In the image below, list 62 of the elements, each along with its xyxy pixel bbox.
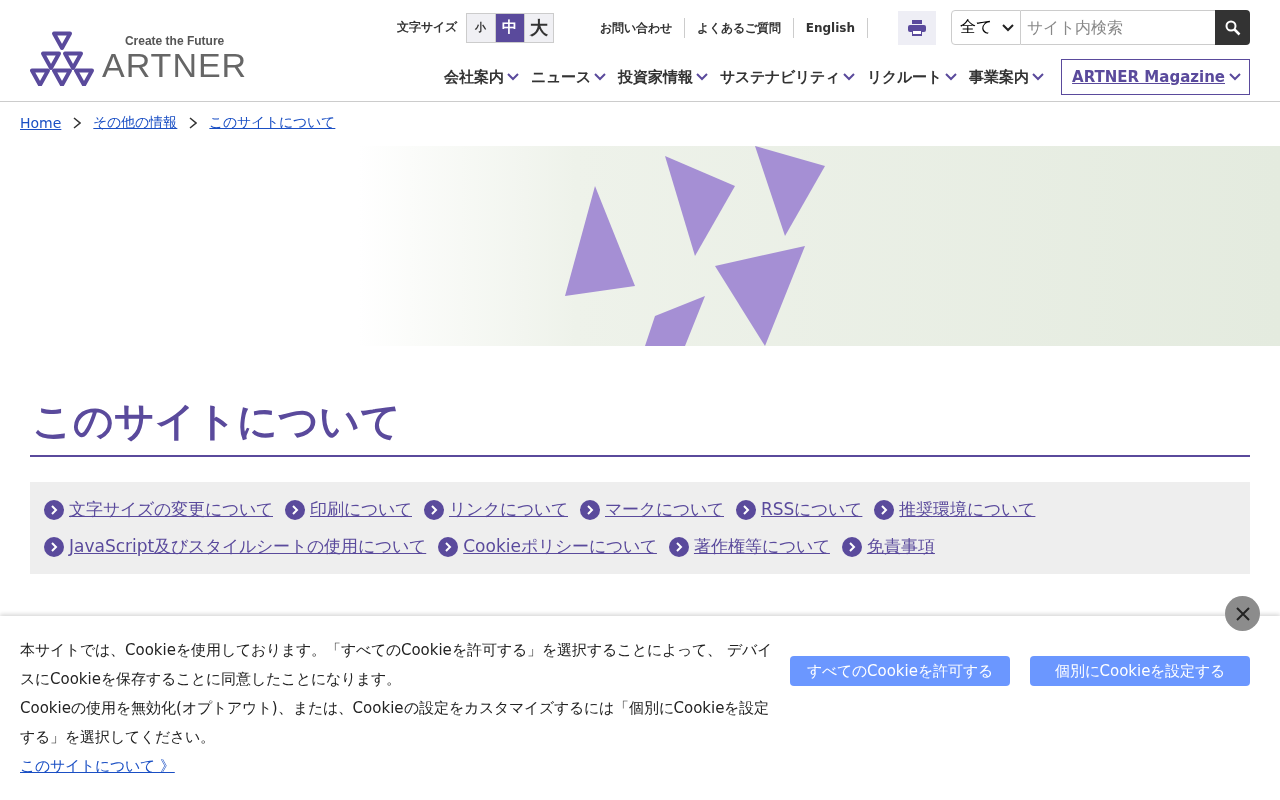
cookie-notice-text: 本サイトでは、Cookieを使用しております。「すべてのCookieを許可する」を選択することによって、 デバイスにCookieを保存することに同意したことになります。 [20, 640, 773, 690]
chevron-right-icon [73, 117, 82, 129]
chevron-circle-icon [668, 536, 689, 557]
anchor-link[interactable]: マークについて [580, 498, 724, 521]
search-icon [1224, 19, 1241, 36]
logo-wordmark: ARTNER [102, 48, 248, 82]
font-size-button[interactable]: 中 [494, 12, 525, 43]
chevron-circle-icon [580, 499, 600, 520]
nav-item[interactable]: 会社案内 [439, 67, 525, 87]
logo-icon [30, 30, 94, 86]
close-button[interactable] [1225, 596, 1260, 631]
anchor-link[interactable]: JavaScript及びスタイルシートの使用について [44, 535, 427, 558]
chevron-circle-icon [44, 536, 64, 557]
cookie-notice-text: Cookieの使用を無効化(オプトアウト)、または、Cookieの設定をカスタマイズするには「個別にCookieを設定する」を選択してください。 [20, 698, 771, 748]
logo-tagline: Create the Future [124, 34, 225, 48]
chevron-circle-icon [438, 536, 459, 557]
print-button[interactable] [898, 10, 936, 45]
page-title: このサイトについて [30, 386, 1250, 457]
magazine-link[interactable]: ARTNER Magazine [1061, 59, 1250, 95]
breadcrumb-link[interactable]: このサイトについて [209, 114, 336, 132]
anchor-link[interactable]: Cookieポリシーについて [438, 535, 657, 558]
chevron-down-icon [1002, 23, 1014, 32]
chevron-down-icon [696, 73, 709, 81]
chevron-down-icon [594, 73, 607, 81]
chevron-circle-icon [841, 536, 862, 557]
anchor-link[interactable]: 著作権等について [668, 535, 830, 558]
utility-link[interactable]: お問い合わせ [587, 17, 685, 38]
chevron-down-icon [1032, 73, 1045, 81]
utility-link[interactable]: English [793, 17, 868, 38]
nav-item[interactable]: ニュース [526, 67, 612, 87]
search-field[interactable]: サイト内検索 [1021, 10, 1215, 45]
chevron-circle-icon [874, 499, 895, 520]
anchor-link[interactable]: 免責事項 [841, 535, 935, 558]
chevron-circle-icon [736, 499, 756, 520]
anchor-link[interactable]: 文字サイズの変更について [44, 498, 273, 521]
close-icon [1235, 606, 1250, 621]
anchor-link[interactable]: 印刷について [285, 498, 412, 521]
search-button[interactable] [1215, 10, 1250, 45]
chevron-circle-icon [424, 499, 444, 520]
nav-item[interactable]: 事業案内 [964, 67, 1050, 87]
font-size-button[interactable]: 大 [523, 12, 554, 43]
nav-item[interactable]: サステナビリティ [715, 67, 861, 87]
anchor-link[interactable]: RSSについて [736, 498, 863, 521]
breadcrumb-link[interactable]: その他の情報 [93, 114, 178, 132]
about-site-link[interactable]: このサイトについて 》 [20, 752, 175, 781]
breadcrumb-link[interactable]: Home [20, 115, 62, 131]
chevron-down-icon [1229, 73, 1241, 81]
chevron-circle-icon [285, 499, 305, 520]
font-size-button[interactable]: 小 [465, 12, 496, 43]
utility-link[interactable]: よくあるご質問 [684, 17, 794, 38]
font-size-label: 文字サイズ [396, 19, 457, 36]
anchor-link[interactable]: リンクについて [424, 498, 568, 521]
chevron-down-icon [507, 73, 520, 81]
chevron-down-icon [945, 73, 958, 81]
nav-item[interactable]: 投資家情報 [613, 67, 714, 87]
scope-dropdown[interactable]: 全て [951, 10, 1021, 45]
chevron-right-icon [189, 117, 198, 129]
chevron-down-icon [843, 73, 856, 81]
nav-item[interactable]: リクルート [862, 67, 963, 87]
anchor-link[interactable]: 推奨環境について [874, 498, 1036, 521]
printer-icon [908, 19, 926, 36]
chevron-circle-icon [44, 499, 64, 520]
